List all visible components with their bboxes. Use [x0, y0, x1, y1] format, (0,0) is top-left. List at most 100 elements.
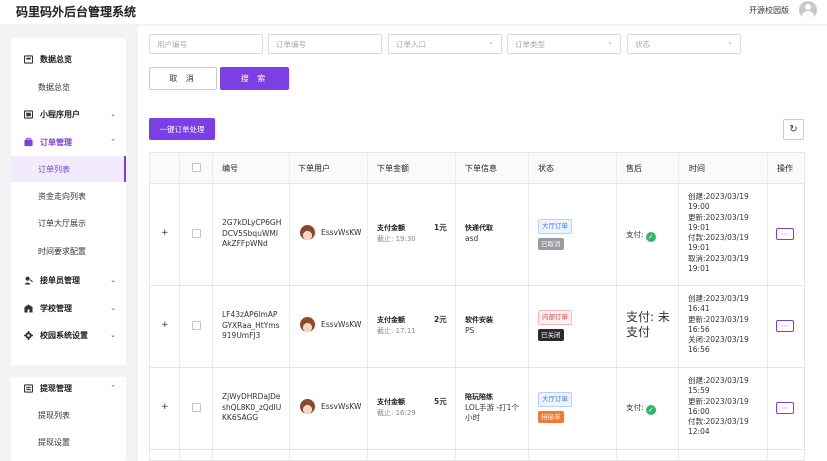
- row-checkbox[interactable]: [192, 321, 201, 330]
- expand-row-icon[interactable]: +: [161, 228, 169, 238]
- info-title: 快递代取: [465, 224, 493, 232]
- status-badge: 已取消: [538, 237, 564, 250]
- deadline: 截止: 16:29: [377, 408, 416, 417]
- refresh-button[interactable]: ↻: [783, 119, 804, 140]
- info-sub: asd: [465, 233, 479, 243]
- header-amount: 下单金额: [377, 164, 409, 173]
- nav-group-label: 订单管理: [40, 137, 72, 147]
- time-line: 19:01: [688, 264, 710, 274]
- table-header-row: 编号 下单用户 下单金额 下单信息 状态 售后 时间 操作: [150, 153, 804, 184]
- nav-item-time-config[interactable]: 时间要求配置: [11, 238, 126, 264]
- nav-item-overview[interactable]: 数据总览: [11, 74, 126, 100]
- row-checkbox[interactable]: [192, 229, 201, 238]
- nav-group-label: 学校管理: [40, 303, 72, 313]
- school-icon: [24, 303, 33, 313]
- cancel-button[interactable]: 取 消: [149, 67, 217, 90]
- order-type-select[interactable]: 订单类型 ⌄: [507, 34, 621, 54]
- row-checkbox[interactable]: [192, 403, 201, 412]
- time-line: 16:56: [688, 324, 710, 334]
- nav-group-school[interactable]: 学校管理 ⌄: [11, 294, 126, 322]
- order-entry-select[interactable]: 订单入口 ⌄: [388, 34, 502, 54]
- time-line: 创建:2023/03/19: [688, 376, 749, 385]
- order-user: EssvWsKW: [321, 228, 362, 237]
- chevron-up-icon: ⌃: [110, 138, 116, 146]
- order-id: 2G7kDLyCP6GHDCV5SbquWMIAkZFFpWNd: [222, 218, 282, 248]
- time-line: 15:59: [688, 386, 710, 396]
- batch-process-button[interactable]: 一键订单处理: [149, 118, 215, 140]
- amount-value: 2元: [434, 315, 447, 324]
- nav-group-dashboard[interactable]: 数据总览: [11, 45, 126, 73]
- more-actions-button[interactable]: ⋯: [776, 228, 794, 240]
- table-row[interactable]: + 2G7kDLyCP6GHDCV5SbquWMIAkZFFpWNd EssvW…: [150, 184, 804, 286]
- time-line: 创建:2023/03/19: [688, 192, 749, 201]
- amount-cell: 支付金额 截止: 19:30: [377, 223, 416, 244]
- more-actions-button[interactable]: ⋯: [776, 402, 794, 414]
- time-cell: 创建:2023/03/19 19:00 更新:2023/03/19 19:01 …: [688, 192, 749, 274]
- app-title: 码里码外后台管理系统: [16, 5, 137, 19]
- time-line: 取消:2023/03/19: [688, 253, 749, 263]
- time-line: 16:41: [688, 304, 710, 314]
- status-cell: 大厅订单 待接单: [538, 392, 578, 427]
- nav-group-campus-settings[interactable]: 校园系统设置 ⌄: [11, 321, 126, 349]
- time-line: 付款:2023/03/19: [688, 417, 749, 427]
- table-row[interactable]: + ZjWyDHRDaJDeshQL8K0_zQdIUKK6SAGG EssvW…: [150, 368, 804, 450]
- chevron-down-icon: ⌄: [607, 38, 613, 46]
- nav-group-staff[interactable]: 接单员管理 ⌄: [11, 266, 126, 294]
- aftersale-text: 支付: 未支付: [626, 310, 670, 339]
- paid-check-icon: ✓: [645, 405, 656, 415]
- nav-group-label: 数据总览: [40, 54, 72, 64]
- order-user: EssvWsKW: [321, 402, 362, 411]
- nav-group-orders[interactable]: 订单管理 ⌃: [11, 128, 126, 156]
- nav-item-order-list[interactable]: 订单列表: [11, 156, 126, 182]
- time-line: 更新:2023/03/19: [688, 396, 749, 406]
- aftersale-cell: 支付: ✓: [626, 403, 656, 415]
- select-all-checkbox[interactable]: [192, 163, 201, 172]
- amount-cell: 支付金额 截止: 17:11: [377, 315, 416, 336]
- nav-group-withdraw[interactable]: 提现管理 ⌃: [11, 374, 126, 402]
- header-actions: 操作: [777, 164, 793, 173]
- amount-label: 支付金额: [377, 224, 405, 232]
- staff-icon: [24, 276, 33, 285]
- order-id-input[interactable]: 订单编号: [268, 34, 382, 54]
- chevron-down-icon: ⌄: [488, 38, 494, 46]
- time-line: 19:00: [688, 202, 710, 212]
- chevron-down-icon: ⌄: [727, 38, 733, 46]
- campus-edition-link[interactable]: 开源校园版: [749, 5, 789, 16]
- status-cell: 内部订单 已关闭: [538, 310, 578, 345]
- status-badge: 待接单: [538, 410, 564, 423]
- chevron-down-icon: ⌄: [110, 110, 116, 118]
- order-info: 软件安装 PS: [465, 315, 493, 336]
- order-user: EssvWsKW: [321, 320, 362, 329]
- deadline: 截止: 19:30: [377, 234, 416, 243]
- order-info: 陪玩陪练 LOL手游 -打1个小时: [465, 392, 525, 424]
- order-id-placeholder: 订单编号: [276, 40, 306, 49]
- nav-item-fund-flow[interactable]: 资金走向列表: [11, 183, 126, 209]
- status-placeholder: 状态: [635, 40, 650, 49]
- order-type-placeholder: 订单类型: [515, 40, 545, 49]
- more-actions-button[interactable]: ⋯: [776, 320, 794, 332]
- nav-item-withdraw-settings[interactable]: 提现设置: [11, 429, 126, 455]
- user-id-input[interactable]: 用户编号: [149, 34, 263, 54]
- nav-group-label: 接单员管理: [40, 275, 80, 285]
- search-button[interactable]: 搜 索: [220, 67, 289, 90]
- paid-check-icon: ✓: [645, 232, 656, 242]
- status-badge: 大厅订单: [538, 392, 572, 407]
- info-title: 陪玩陪练: [465, 393, 493, 401]
- expand-row-icon[interactable]: +: [161, 402, 169, 412]
- aftersale-cell: 支付: 未支付: [626, 310, 676, 340]
- status-badge: 内部订单: [538, 310, 572, 325]
- status-select[interactable]: 状态 ⌄: [627, 34, 741, 54]
- expand-row-icon[interactable]: +: [161, 320, 169, 330]
- header-time: 时间: [689, 164, 705, 173]
- user-avatar: [300, 225, 315, 240]
- nav-item-withdraw-list[interactable]: 提现列表: [11, 402, 126, 428]
- user-avatar-icon[interactable]: [799, 1, 817, 19]
- header-aftersale: 售后: [626, 164, 642, 173]
- table-row[interactable]: + LF43zAP6lmAPGYXRaa_HtYms919UmFJ3 EssvW…: [150, 286, 804, 368]
- nav-group-miniapp-users[interactable]: 小程序用户 ⌄: [11, 100, 126, 128]
- chevron-up-icon: ⌃: [110, 384, 116, 392]
- time-line: 关闭:2023/03/19: [688, 335, 749, 345]
- user-avatar: [300, 399, 315, 414]
- header-user: 下单用户: [298, 164, 330, 173]
- nav-item-order-hall[interactable]: 订单大厅展示: [11, 210, 126, 236]
